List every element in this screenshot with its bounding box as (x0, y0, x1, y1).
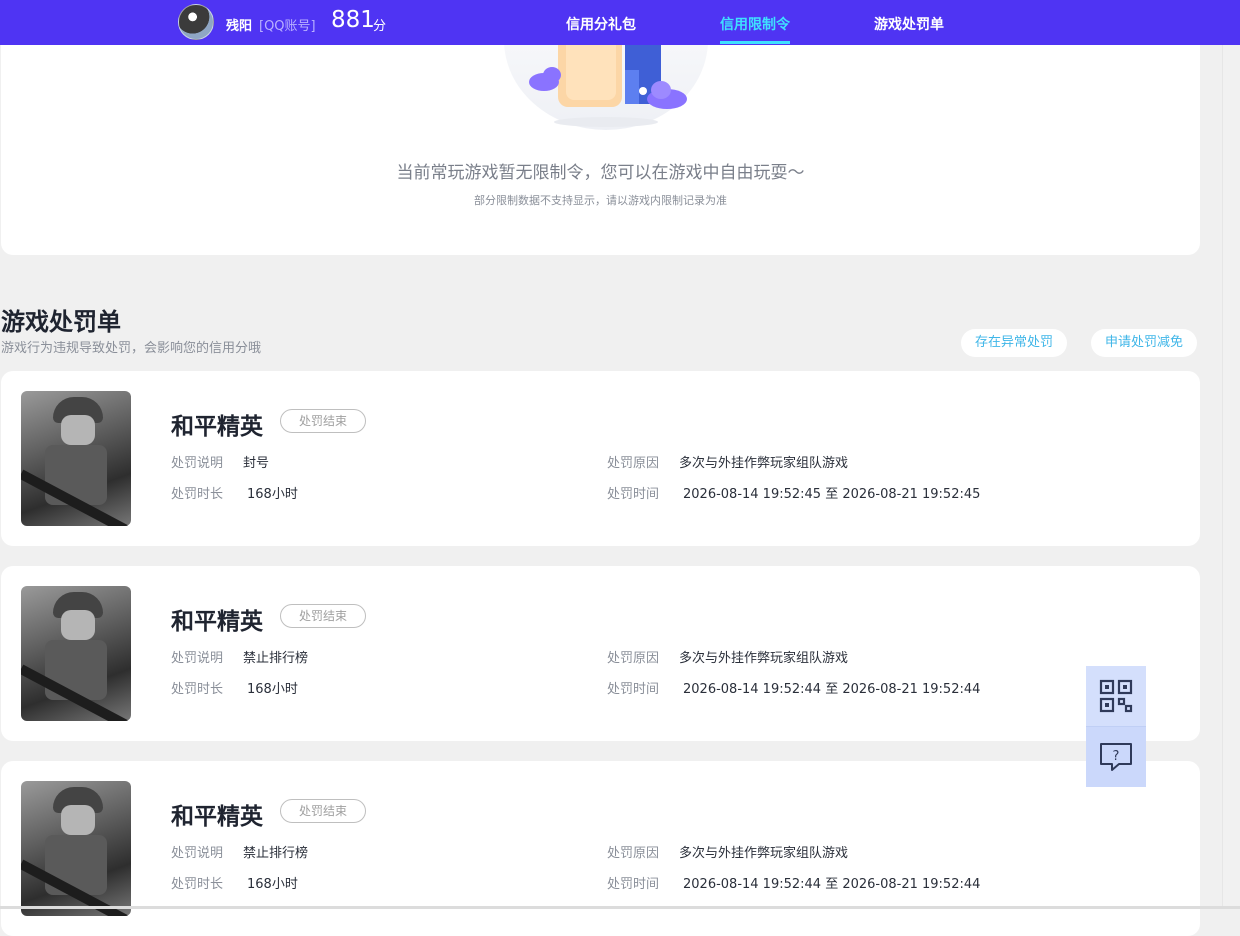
game-thumbnail (21, 781, 131, 916)
dispute-penalty-button[interactable]: 存在异常处罚 (961, 329, 1068, 357)
qr-code-button[interactable] (1086, 666, 1146, 726)
duration-label: 处罚时长 (171, 682, 224, 697)
tab-credit-gift[interactable]: 信用分礼包 (566, 14, 636, 34)
reason-label: 处罚原因 (607, 846, 660, 861)
qr-code-icon (1099, 679, 1133, 713)
top-header: 残阳 [QQ账号] 881 分 信用分礼包 信用限制令 游戏处罚单 (0, 0, 1240, 45)
side-tools: ? (1086, 666, 1146, 787)
game-thumbnail (21, 391, 131, 526)
time-value: 2026-08-14 19:52:44 至 2026-08-21 19:52:4… (683, 682, 981, 697)
penalty-card: 和平精英 处罚结束 处罚说明 封号 处罚时长 168小时 处罚原因 多次与外挂作… (1, 371, 1200, 546)
duration-label: 处罚时长 (171, 487, 224, 502)
svg-text:?: ? (1113, 749, 1120, 764)
tab-credit-restriction[interactable]: 信用限制令 (720, 14, 790, 34)
duration-label: 处罚时长 (171, 877, 224, 892)
username: 残阳 (226, 19, 253, 34)
time-value: 2026-08-14 19:52:45 至 2026-08-21 19:52:4… (683, 487, 981, 502)
time-value: 2026-08-14 19:52:44 至 2026-08-21 19:52:4… (683, 877, 981, 892)
no-restriction-illustration-icon (504, 30, 708, 130)
reason-value: 多次与外挂作弊玩家组队游戏 (679, 846, 849, 861)
penalty-card: 和平精英 处罚结束 处罚说明 禁止排行榜 处罚时长 168小时 处罚原因 多次与… (1, 566, 1200, 741)
help-button[interactable]: ? (1086, 726, 1146, 787)
time-label: 处罚时间 (607, 877, 660, 892)
desc-value: 禁止排行榜 (243, 651, 309, 666)
reason-value: 多次与外挂作弊玩家组队游戏 (679, 651, 849, 666)
desc-label: 处罚说明 (171, 651, 224, 666)
penalty-card: 和平精英 处罚结束 处罚说明 禁止排行榜 处罚时长 168小时 处罚原因 多次与… (1, 761, 1200, 936)
page-scrollbar[interactable] (1222, 0, 1240, 909)
desc-label: 处罚说明 (171, 846, 224, 861)
game-name: 和平精英 (171, 414, 263, 440)
reason-label: 处罚原因 (607, 456, 660, 471)
game-name: 和平精英 (171, 804, 263, 830)
status-badge: 处罚结束 (280, 409, 366, 433)
appeal-penalty-button[interactable]: 申请处罚减免 (1091, 329, 1198, 357)
time-label: 处罚时间 (607, 487, 660, 502)
active-tab-indicator (720, 41, 790, 44)
avatar[interactable] (178, 4, 214, 40)
help-chat-icon: ? (1100, 743, 1132, 771)
tab-game-penalty[interactable]: 游戏处罚单 (874, 14, 944, 34)
restriction-note: 部分限制数据不支持显示，请以游戏内限制记录为准 (474, 194, 727, 207)
status-badge: 处罚结束 (280, 604, 366, 628)
game-name: 和平精英 (171, 609, 263, 635)
desc-label: 处罚说明 (171, 456, 224, 471)
reason-label: 处罚原因 (607, 651, 660, 666)
game-thumbnail (21, 586, 131, 721)
restriction-card: 当前常玩游戏暂无限制令，您可以在游戏中自由玩耍～ 部分限制数据不支持显示，请以游… (1, 30, 1200, 255)
duration-value: 168小时 (247, 682, 298, 697)
section-title: 游戏处罚单 (1, 308, 121, 336)
desc-value: 禁止排行榜 (243, 846, 309, 861)
account-type: [QQ账号] (259, 19, 316, 34)
section-subtitle: 游戏行为违规导致处罚，会影响您的信用分哦 (1, 341, 262, 356)
credit-score-unit: 分 (373, 19, 387, 34)
desc-value: 封号 (243, 456, 270, 471)
reason-value: 多次与外挂作弊玩家组队游戏 (679, 456, 849, 471)
status-badge: 处罚结束 (280, 799, 366, 823)
credit-score: 881 (331, 7, 375, 33)
time-label: 处罚时间 (607, 682, 660, 697)
no-restriction-message: 当前常玩游戏暂无限制令，您可以在游戏中自由玩耍～ (396, 163, 805, 183)
duration-value: 168小时 (247, 487, 298, 502)
duration-value: 168小时 (247, 877, 298, 892)
